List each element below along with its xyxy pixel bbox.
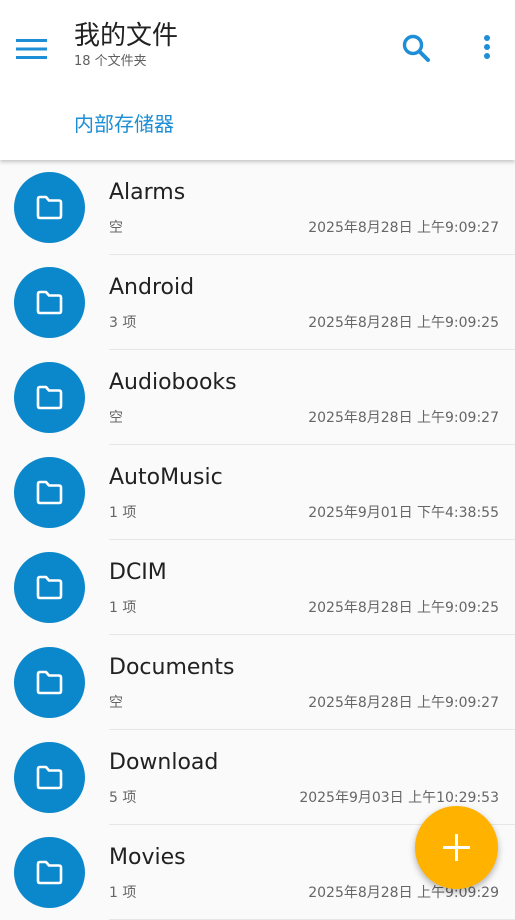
folder-count: 18 个文件夹 bbox=[74, 54, 147, 69]
folder-date: 2025年8月28日 上午9:09:27 bbox=[308, 695, 499, 711]
folder-date: 2025年9月03日 上午10:29:53 bbox=[299, 790, 499, 806]
search-icon bbox=[402, 34, 430, 62]
folder-name: AutoMusic bbox=[109, 465, 223, 490]
folder-name: DCIM bbox=[109, 560, 167, 585]
app-bar: 我的文件 18 个文件夹 内部存储器 bbox=[0, 0, 515, 160]
plus-icon bbox=[443, 834, 470, 861]
folder-row[interactable]: Documents 空 2025年8月28日 上午9:09:27 bbox=[0, 635, 515, 730]
folder-row[interactable]: Audiobooks 空 2025年8月28日 上午9:09:27 bbox=[0, 350, 515, 445]
folder-name: Download bbox=[109, 750, 219, 775]
folder-date: 2025年8月28日 上午9:09:25 bbox=[308, 315, 499, 331]
folder-item-count: 1 项 bbox=[109, 505, 137, 521]
folder-row[interactable]: DCIM 1 项 2025年8月28日 上午9:09:25 bbox=[0, 540, 515, 635]
folder-name: Documents bbox=[109, 655, 235, 680]
folder-icon bbox=[14, 172, 85, 243]
folder-row[interactable]: Android 3 项 2025年8月28日 上午9:09:25 bbox=[0, 255, 515, 350]
folder-item-count: 空 bbox=[109, 410, 123, 426]
folder-date: 2025年8月28日 上午9:09:27 bbox=[308, 410, 499, 426]
search-button[interactable] bbox=[396, 28, 436, 68]
folder-item-count: 空 bbox=[109, 695, 123, 711]
folder-icon bbox=[14, 267, 85, 338]
folder-icon bbox=[14, 837, 85, 908]
folder-name: Movies bbox=[109, 845, 186, 870]
folder-date: 2025年8月28日 上午9:09:29 bbox=[308, 885, 499, 901]
folder-name: Alarms bbox=[109, 180, 186, 205]
folder-date: 2025年8月28日 上午9:09:25 bbox=[308, 600, 499, 616]
folder-row[interactable]: Alarms 空 2025年8月28日 上午9:09:27 bbox=[0, 160, 515, 255]
page-title: 我的文件 bbox=[74, 21, 179, 51]
menu-button[interactable] bbox=[10, 28, 54, 68]
folder-item-count: 5 项 bbox=[109, 790, 137, 806]
folder-icon bbox=[14, 552, 85, 623]
folder-name: Audiobooks bbox=[109, 370, 237, 395]
folder-icon bbox=[14, 647, 85, 718]
folder-item-count: 3 项 bbox=[109, 315, 137, 331]
folder-icon bbox=[14, 362, 85, 433]
folder-icon bbox=[14, 457, 85, 528]
folder-date: 2025年9月01日 下午4:38:55 bbox=[308, 505, 499, 521]
hamburger-menu-icon bbox=[16, 39, 47, 59]
folder-row[interactable]: AutoMusic 1 项 2025年9月01日 下午4:38:55 bbox=[0, 445, 515, 540]
folder-list: Alarms 空 2025年8月28日 上午9:09:27 Android 3 … bbox=[0, 160, 515, 920]
folder-item-count: 1 项 bbox=[109, 885, 137, 901]
title-block: 我的文件 18 个文件夹 bbox=[74, 20, 178, 71]
add-button[interactable] bbox=[415, 806, 498, 889]
folder-date: 2025年8月28日 上午9:09:27 bbox=[308, 220, 499, 236]
more-vert-icon bbox=[484, 35, 490, 59]
folder-icon bbox=[14, 742, 85, 813]
breadcrumb-internal-storage[interactable]: 内部存储器 bbox=[74, 110, 174, 138]
folder-item-count: 空 bbox=[109, 220, 123, 236]
more-options-button[interactable] bbox=[470, 28, 504, 68]
folder-item-count: 1 项 bbox=[109, 600, 137, 616]
folder-name: Android bbox=[109, 275, 195, 300]
